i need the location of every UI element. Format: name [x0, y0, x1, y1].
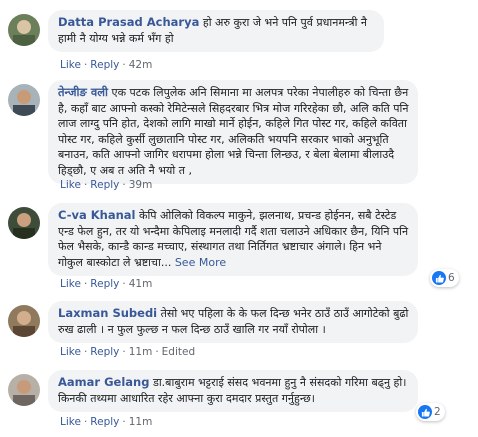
avatar[interactable] — [8, 374, 40, 406]
comment-time[interactable]: 42m — [129, 59, 153, 71]
comment-text: एक पटक लिपुलेक अनि सिमाना मा अलपत्र परेक… — [58, 86, 409, 177]
reaction-count: 2 — [434, 406, 441, 418]
comment-time[interactable]: 41m — [129, 278, 153, 290]
comment-time[interactable]: 39m — [129, 179, 153, 191]
comment-author[interactable]: C-va Khanal — [58, 208, 136, 222]
reaction-summary[interactable]: 6 — [430, 269, 459, 287]
reply-link[interactable]: Reply — [90, 416, 119, 428]
comment-author[interactable]: Aamar Gelang — [58, 375, 149, 389]
comment-time[interactable]: 11m — [129, 346, 153, 358]
edited-label[interactable]: Edited — [162, 346, 195, 358]
avatar[interactable] — [8, 305, 40, 337]
reply-link[interactable]: Reply — [90, 278, 119, 290]
comment-author[interactable]: Datta Prasad Acharya — [58, 15, 199, 29]
like-reaction-icon — [432, 271, 446, 285]
comment-actions: Like · Reply · 41m — [60, 278, 153, 290]
reply-link[interactable]: Reply — [90, 179, 119, 191]
avatar[interactable] — [8, 14, 40, 46]
like-link[interactable]: Like — [60, 278, 81, 290]
comment-bubble: Aamar Gelang डा.बाबुराम भट्टराई संसद भवन… — [48, 370, 418, 412]
comment-actions: Like · Reply · 11m · Edited — [60, 346, 196, 358]
comment-actions: Like · Reply · 11m — [60, 416, 153, 428]
comment-actions: Like · Reply · 42m — [60, 59, 153, 71]
reply-link[interactable]: Reply — [90, 59, 119, 71]
like-link[interactable]: Like — [60, 416, 81, 428]
reply-link[interactable]: Reply — [90, 346, 119, 358]
like-link[interactable]: Like — [60, 59, 81, 71]
comment-author[interactable]: तेन्जीङ वली — [58, 85, 108, 99]
comment-bubble: Laxman Subedi तेसो भए पहिला के के फल दिन… — [48, 301, 418, 343]
reaction-count: 6 — [448, 272, 455, 284]
see-more-link[interactable]: See More — [175, 256, 226, 269]
like-reaction-icon — [418, 405, 432, 419]
like-link[interactable]: Like — [60, 346, 81, 358]
avatar[interactable] — [8, 207, 40, 239]
avatar[interactable] — [8, 84, 40, 116]
like-link[interactable]: Like — [60, 179, 81, 191]
comment-bubble: तेन्जीङ वली एक पटक लिपुलेक अनि सिमाना मा… — [48, 80, 418, 184]
comment-author[interactable]: Laxman Subedi — [58, 306, 157, 320]
comment-actions: Like · Reply · 39m — [60, 179, 153, 191]
comment-bubble: Datta Prasad Acharya हो अरु कुरा जे भने … — [48, 10, 384, 52]
reaction-summary[interactable]: 2 — [416, 403, 445, 421]
comment-time[interactable]: 11m — [129, 416, 153, 428]
comment-bubble: C-va Khanal केपि ओलिको विकल्प माकुने, झल… — [48, 203, 418, 276]
